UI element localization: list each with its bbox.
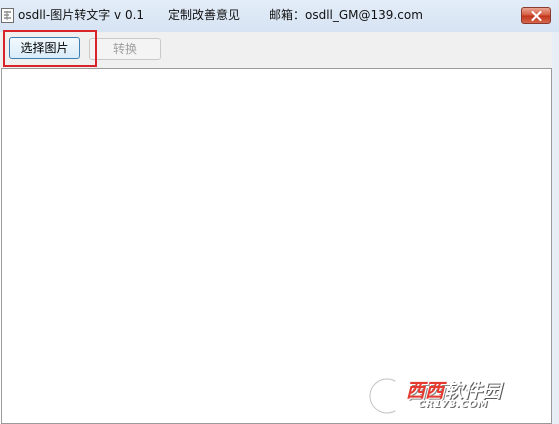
watermark: 西西软件园 CR173.COM: [358, 372, 550, 418]
close-button[interactable]: [521, 7, 551, 24]
close-icon: [531, 11, 542, 21]
contact-email: 邮箱：osdll_GM@139.com: [269, 8, 423, 22]
window-right-edge: [552, 32, 559, 424]
app-window: osdll-图片转文字 v 0.1 定制改善意见 邮箱：osdll_GM@139…: [0, 0, 559, 424]
watermark-site: CR173.COM: [418, 399, 489, 410]
app-icon[interactable]: [1, 8, 14, 23]
highlight-annotation: [3, 30, 97, 67]
cr173-logo-icon: [365, 374, 398, 416]
custom-feedback-link[interactable]: 定制改善意见: [168, 8, 240, 23]
result-text-area[interactable]: [1, 68, 552, 424]
title-bar[interactable]: osdll-图片转文字 v 0.1 定制改善意见 邮箱：osdll_GM@139…: [0, 0, 559, 32]
window-title: osdll-图片转文字 v 0.1: [18, 8, 145, 22]
convert-button[interactable]: 转换: [89, 38, 161, 60]
